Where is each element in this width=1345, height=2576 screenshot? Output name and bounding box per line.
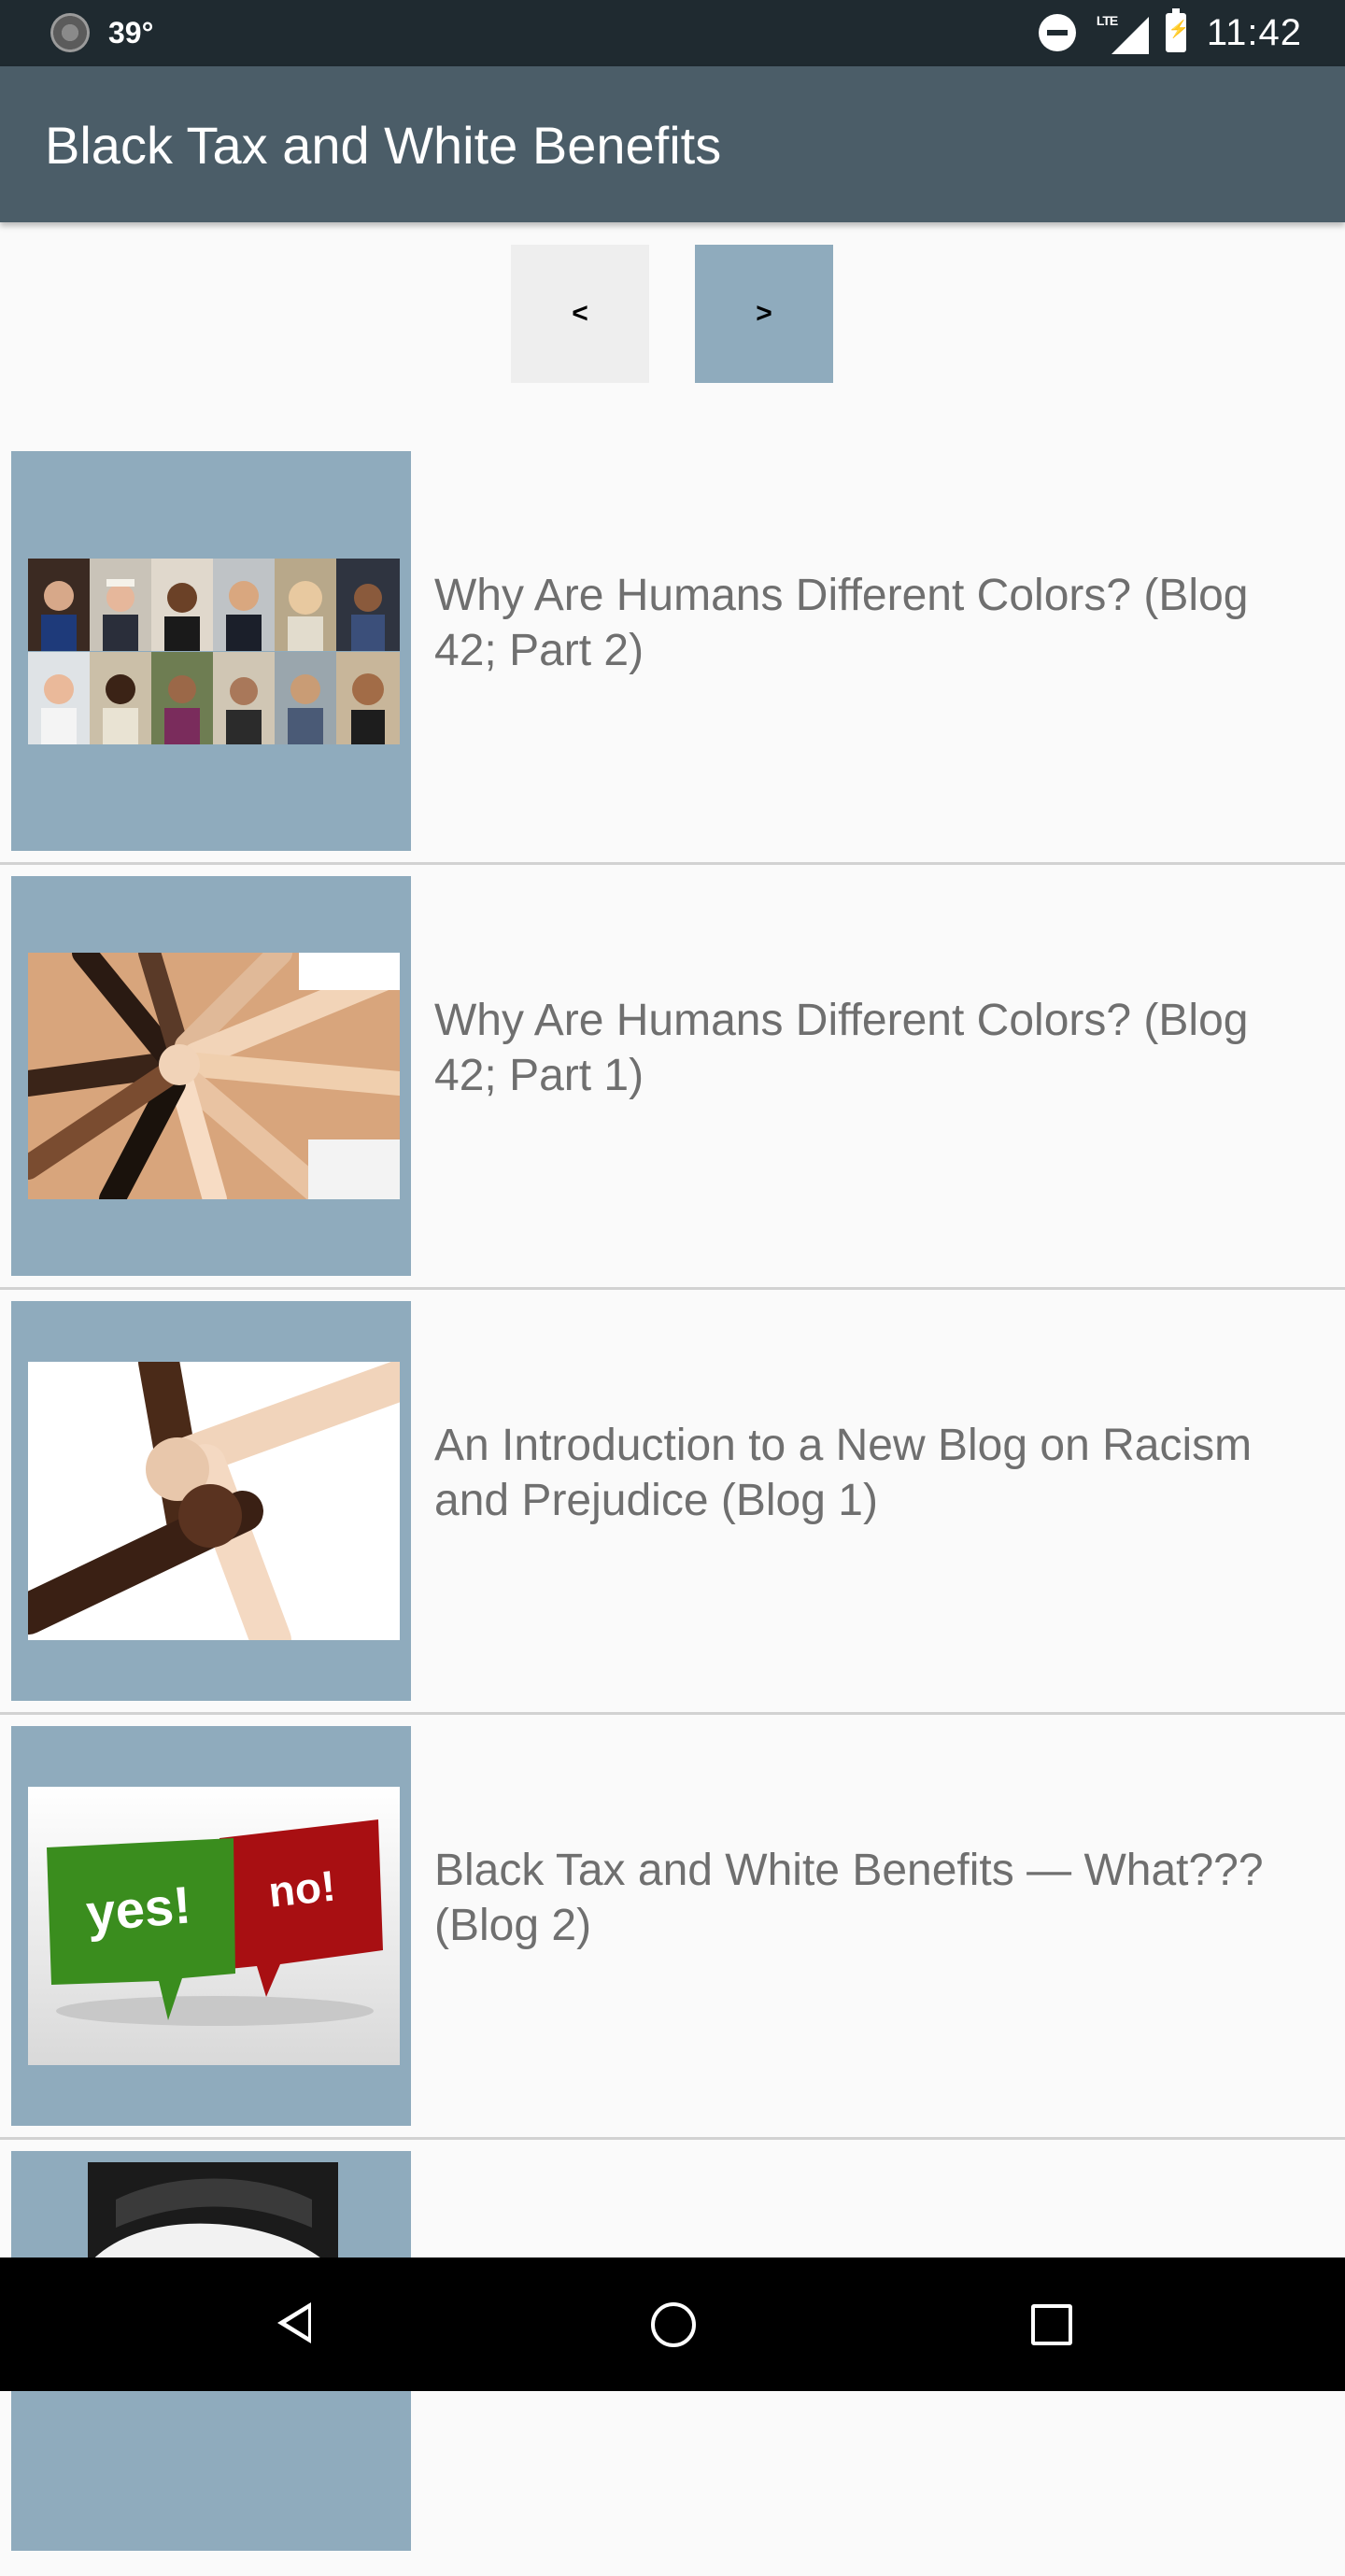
post-title: Black Tax and White Benefits — What??? (… <box>434 1846 1264 1950</box>
post-title: Why Are Humans Different Colors? (Blog 4… <box>434 571 1249 675</box>
interlocked-hands-image <box>28 1362 400 1640</box>
app-bar: Black Tax and White Benefits <box>0 66 1345 222</box>
next-page-button[interactable]: > <box>695 245 833 383</box>
app-title: Black Tax and White Benefits <box>45 116 722 175</box>
post-thumbnail: yes! no! <box>11 1726 411 2126</box>
post-thumbnail <box>11 1301 411 1701</box>
no-label: no! <box>266 1861 338 1916</box>
post-thumbnail <box>11 451 411 851</box>
yes-no-speech-bubbles-image: yes! no! <box>28 1787 400 2065</box>
list-item[interactable]: Why Are Humans Different Colors? (Blog 4… <box>0 451 1345 876</box>
divider <box>0 862 1345 865</box>
clock: 11:42 <box>1206 11 1302 53</box>
status-right: LTE 11:42 <box>1038 8 1302 56</box>
post-title: Why Are Humans Different Colors? (Blog 4… <box>434 996 1249 1100</box>
yes-label: yes! <box>84 1875 193 1943</box>
back-icon[interactable] <box>277 2302 311 2343</box>
recent-apps-icon[interactable] <box>1031 2304 1072 2345</box>
status-left: 39° <box>50 11 153 54</box>
do-not-disturb-icon <box>1038 14 1076 51</box>
divider <box>0 1712 1345 1715</box>
home-icon[interactable] <box>651 2302 696 2347</box>
post-title: An Introduction to a New Blog on Racism … <box>434 1421 1253 1525</box>
divider <box>0 2137 1345 2140</box>
list-item[interactable]: An Introduction to a New Blog on Racism … <box>0 1301 1345 1726</box>
diverse-faces-collage-image <box>28 559 400 744</box>
previous-page-button[interactable]: < <box>511 245 649 383</box>
weather-icon <box>50 13 90 52</box>
list-item[interactable]: yes! no! Black Tax and White Benefits — … <box>0 1726 1345 2151</box>
lte-signal-icon: LTE <box>1097 11 1149 54</box>
divider <box>0 1287 1345 1290</box>
navigation-bar <box>0 2258 1345 2391</box>
temperature: 39° <box>108 15 154 50</box>
battery-charging-icon <box>1165 8 1189 52</box>
stacked-hands-image <box>28 953 400 1199</box>
post-thumbnail <box>11 876 411 1276</box>
list-item[interactable]: Why Are Humans Different Colors? (Blog 4… <box>0 876 1345 1301</box>
status-bar: 39° LTE 11:42 <box>0 0 1345 66</box>
